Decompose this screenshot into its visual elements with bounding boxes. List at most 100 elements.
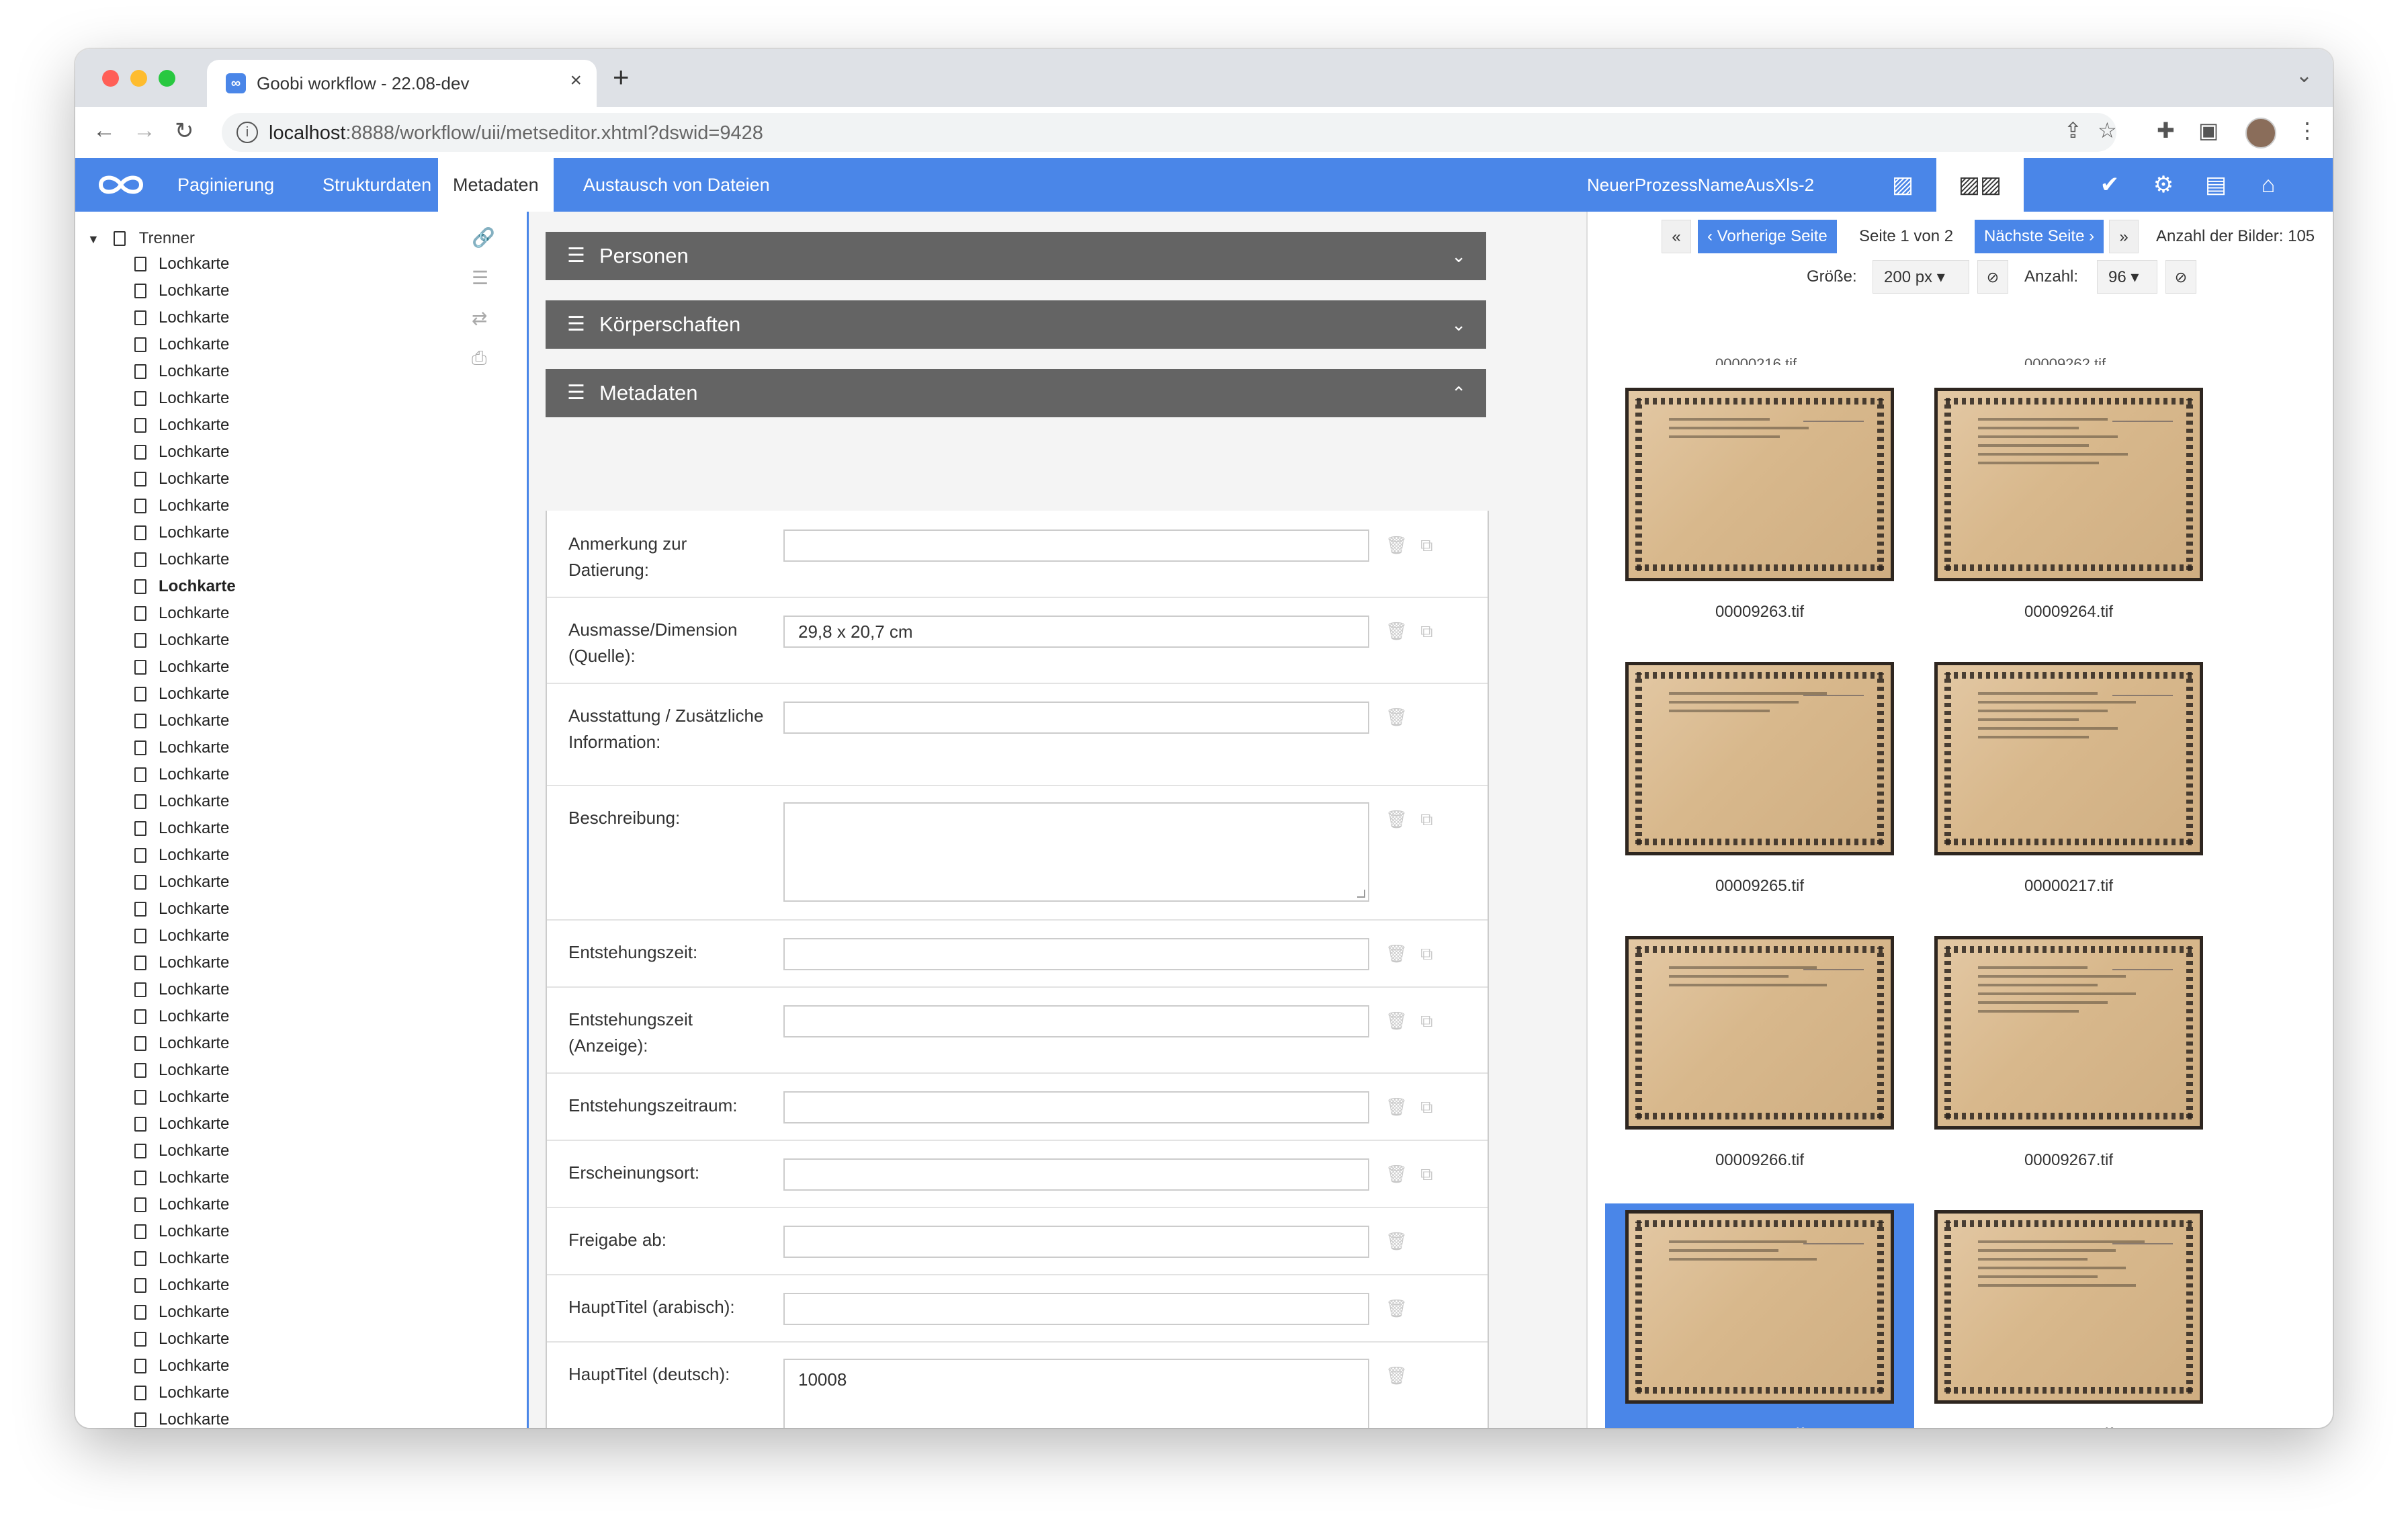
metadata-input[interactable]	[783, 1005, 1369, 1037]
tree-expand-caret-icon[interactable]: ▼	[87, 232, 99, 246]
trash-icon[interactable]: 🗑	[1385, 943, 1408, 964]
tree-item-lochkarte[interactable]: Lochkarte	[134, 1111, 229, 1138]
tree-item-lochkarte[interactable]: Lochkarte	[134, 412, 229, 439]
gallery-thumbnail[interactable]: 00009264.tif	[1914, 381, 2223, 656]
nav-strukturdaten[interactable]: Strukturdaten	[308, 158, 446, 212]
maximize-window-button[interactable]	[159, 70, 175, 87]
panel-personen[interactable]: ☰ Personen ⌄	[546, 232, 1486, 280]
tree-item-lochkarte[interactable]: Lochkarte	[134, 1299, 229, 1326]
gallery-thumbnail[interactable]: 00000217.tif	[1914, 655, 2223, 931]
profile-avatar[interactable]	[2245, 118, 2276, 148]
tree-item-lochkarte[interactable]: Lochkarte	[134, 493, 229, 519]
tree-item-lochkarte[interactable]: Lochkarte	[134, 815, 229, 842]
forward-icon[interactable]: →	[133, 118, 156, 144]
tree-item-lochkarte[interactable]: Lochkarte	[134, 627, 229, 654]
metadata-input[interactable]	[783, 529, 1369, 562]
tree-item-lochkarte[interactable]: Lochkarte	[134, 923, 229, 949]
tree-item-lochkarte[interactable]: Lochkarte	[134, 439, 229, 466]
reload-icon[interactable]: ↻	[175, 118, 194, 144]
size-select[interactable]: 200 px ▾	[1873, 260, 1969, 294]
tree-item-lochkarte[interactable]: Lochkarte	[134, 1406, 229, 1428]
tree-root[interactable]: ▼ Trenner	[87, 229, 195, 248]
duplicate-icon[interactable]: ⧉	[1420, 1097, 1433, 1118]
tab-search-icon[interactable]: ⌄	[2296, 64, 2313, 87]
tree-item-lochkarte[interactable]: Lochkarte	[134, 546, 229, 573]
chevron-down-icon[interactable]: ⌄	[1451, 232, 1466, 280]
metadata-input[interactable]	[783, 938, 1369, 970]
close-window-button[interactable]	[102, 70, 119, 87]
single-image-icon[interactable]: ▨	[1883, 158, 1923, 212]
tree-item-lochkarte[interactable]: Lochkarte	[134, 1057, 229, 1084]
gallery-thumbnail[interactable]: 00009268.tif	[1914, 1203, 2223, 1428]
tree-item-lochkarte[interactable]: Lochkarte	[134, 1164, 229, 1191]
gallery-thumbnail[interactable]: 00000218.tif	[1605, 1203, 1914, 1428]
trash-icon[interactable]: 🗑	[1385, 707, 1408, 728]
browser-menu-icon[interactable]: ⋮	[2296, 118, 2318, 143]
tree-item-lochkarte[interactable]: Lochkarte	[134, 251, 229, 278]
home-icon[interactable]: ⌂	[2248, 158, 2288, 212]
save-icon[interactable]: ▤	[2196, 158, 2236, 212]
browser-tab[interactable]: ∞ Goobi workflow - 22.08-dev ×	[207, 60, 597, 107]
trash-icon[interactable]: 🗑	[1385, 1164, 1408, 1185]
print-icon[interactable]: ⎙	[472, 347, 486, 370]
goobi-logo-icon[interactable]	[97, 170, 145, 200]
tree-item-lochkarte[interactable]: Lochkarte	[134, 1245, 229, 1272]
panel-metadaten[interactable]: ☰ Metadaten ⌃	[546, 369, 1486, 417]
tree-item-lochkarte[interactable]: Lochkarte	[134, 1353, 229, 1380]
count-apply-icon[interactable]: ⊘	[2165, 260, 2196, 294]
tree-item-lochkarte[interactable]: Lochkarte	[134, 1191, 229, 1218]
trash-icon[interactable]: 🗑	[1385, 1097, 1408, 1117]
trash-icon[interactable]: 🗑	[1385, 535, 1408, 556]
nav-paginierung[interactable]: Paginierung	[163, 158, 289, 212]
metadata-textarea[interactable]: 10008	[783, 1359, 1369, 1428]
duplicate-icon[interactable]: ⧉	[1420, 943, 1433, 965]
tree-item-lochkarte[interactable]: Lochkarte	[134, 1272, 229, 1299]
duplicate-icon[interactable]: ⧉	[1420, 621, 1433, 642]
duplicate-icon[interactable]: ⧉	[1420, 809, 1433, 831]
tree-item-lochkarte[interactable]: Lochkarte	[134, 976, 229, 1003]
tree-item-lochkarte[interactable]: Lochkarte	[134, 278, 229, 304]
metadata-input[interactable]	[783, 702, 1369, 734]
trash-icon[interactable]: 🗑	[1385, 1298, 1408, 1319]
new-tab-icon[interactable]: +	[613, 61, 630, 93]
nav-metadaten[interactable]: Metadaten	[438, 158, 554, 212]
metadata-input[interactable]: 29,8 x 20,7 cm	[783, 616, 1369, 648]
metadata-input[interactable]	[783, 1158, 1369, 1191]
gallery-thumbnail[interactable]: 00009265.tif	[1605, 655, 1914, 931]
trash-icon[interactable]: 🗑	[1385, 621, 1408, 642]
last-page-button[interactable]: »	[2109, 220, 2139, 253]
duplicate-icon[interactable]: ⧉	[1420, 535, 1433, 556]
back-icon[interactable]: ←	[93, 118, 116, 144]
tree-item-lochkarte[interactable]: Lochkarte	[134, 761, 229, 788]
tree-item-lochkarte[interactable]: Lochkarte	[134, 842, 229, 869]
duplicate-icon[interactable]: ⧉	[1420, 1164, 1433, 1185]
address-bar[interactable]: i localhost:8888/workflow/uii/metseditor…	[222, 113, 2116, 152]
link-icon[interactable]: 🔗	[472, 226, 495, 249]
size-apply-icon[interactable]: ⊘	[1977, 260, 2008, 294]
trash-icon[interactable]: 🗑	[1385, 1365, 1408, 1386]
panel-koerperschaften[interactable]: ☰ Körperschaften ⌄	[546, 300, 1486, 349]
tree-item-lochkarte[interactable]: Lochkarte	[134, 788, 229, 815]
tree-item-lochkarte[interactable]: Lochkarte	[134, 331, 229, 358]
tree-item-lochkarte[interactable]: Lochkarte	[134, 734, 229, 761]
tree-item-lochkarte[interactable]: Lochkarte	[134, 869, 229, 896]
tree-item-lochkarte[interactable]: Lochkarte	[134, 1218, 229, 1245]
metadata-textarea[interactable]	[783, 802, 1369, 902]
tree-item-lochkarte[interactable]: Lochkarte	[134, 896, 229, 923]
tree-item-lochkarte[interactable]: Lochkarte	[134, 1138, 229, 1164]
count-select[interactable]: 96 ▾	[2097, 260, 2157, 294]
tree-item-lochkarte[interactable]: Lochkarte	[134, 573, 236, 600]
tree-item-lochkarte[interactable]: Lochkarte	[134, 519, 229, 546]
extensions-icon[interactable]: ✚	[2157, 118, 2175, 143]
share-icon[interactable]: ⇪	[2064, 118, 2082, 143]
trash-icon[interactable]: 🗑	[1385, 1011, 1408, 1031]
previous-page-button[interactable]: ‹ Vorherige Seite	[1698, 220, 1837, 253]
trash-icon[interactable]: 🗑	[1385, 1231, 1408, 1252]
tree-item-lochkarte[interactable]: Lochkarte	[134, 600, 229, 627]
metadata-input[interactable]	[783, 1226, 1369, 1258]
list-icon[interactable]: ☰	[472, 267, 488, 289]
tab-close-icon[interactable]: ×	[570, 69, 582, 92]
tree-item-lochkarte[interactable]: Lochkarte	[134, 1380, 229, 1406]
chevron-up-icon[interactable]: ⌃	[1451, 369, 1466, 417]
tree-item-lochkarte[interactable]: Lochkarte	[134, 1326, 229, 1353]
